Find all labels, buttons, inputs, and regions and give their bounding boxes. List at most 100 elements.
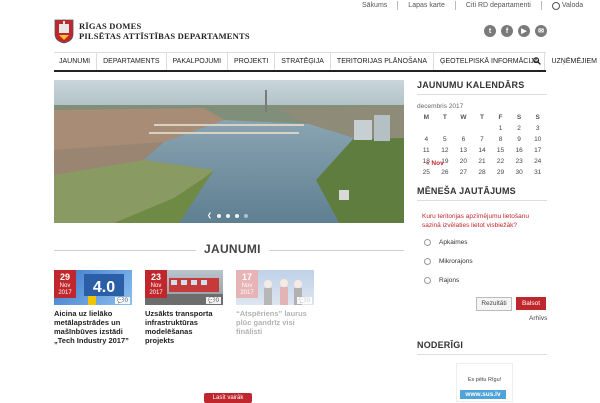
search-icon[interactable] [533,57,541,65]
calendar-day[interactable]: 12 [436,145,455,156]
calendar-day[interactable]: 22 [491,156,510,167]
calendar-day[interactable]: 8 [491,134,510,145]
home-link[interactable]: Sākums [362,1,399,10]
calendar-day[interactable]: 27 [454,167,473,178]
calendar-day[interactable]: 1 [491,123,510,134]
calendar-day[interactable]: 23 [510,156,529,167]
calendar-day [417,123,436,134]
poll-results-button[interactable]: Rezultāti [476,297,512,311]
date-year: 2017 [149,290,163,296]
news-title[interactable]: Uzsākts transporta infrastruktūras model… [145,309,223,345]
radio-button[interactable] [424,277,431,284]
calendar-day[interactable]: 15 [491,145,510,156]
sus-banner[interactable]: Es pētu Rīgu! www.sus.lv [456,363,513,402]
calendar-day[interactable]: 9 [510,134,529,145]
comment-count-value: 0 [215,298,219,304]
weekday-label: T [442,114,447,121]
youtube-icon[interactable]: ▶ [518,25,530,37]
calendar-day[interactable]: 20 [454,156,473,167]
nav-item-geotelpiska-informacija[interactable]: ĢEOTELPISKĀ INFORMĀCIJA [434,53,546,70]
calendar-day[interactable]: 4 [417,134,436,145]
calendar-day[interactable]: 24 [528,156,547,167]
slider-dot[interactable] [217,214,222,218]
date-month: Nov [59,283,71,289]
slider-dots: ❮ [207,213,249,219]
calendar-day[interactable]: 25 [417,167,436,178]
comment-count-value: 0 [124,298,128,304]
calendar-day[interactable]: 30 [510,167,529,178]
twitter-icon[interactable]: t [484,25,496,37]
date-month: Nov [150,283,162,289]
calendar-day[interactable]: 14 [473,145,492,156]
nav-item-strategija[interactable]: STRATĒĢIJA [275,53,331,70]
date-badge: 29 Nov 2017 [54,270,76,298]
slider-prev-icon[interactable]: ❮ [207,213,212,219]
slider-dot[interactable] [226,214,231,218]
logo-text: RĪGAS DOMES PILSĒTAS ATTĪSTĪBAS DEPARTAM… [79,21,250,41]
nav-item-departaments[interactable]: DEPARTAMENTS [97,53,167,70]
calendar-prev-month[interactable]: « Nov [426,160,444,167]
poll-option-label: Rajons [439,277,460,284]
useful-divider [417,354,547,355]
site-logo[interactable]: RĪGAS DOMES PILSĒTAS ATTĪSTĪBAS DEPARTAM… [54,18,250,44]
slider-dot[interactable] [244,214,249,218]
poll-divider [417,200,547,201]
facebook-icon[interactable]: f [501,25,513,37]
slider-dot[interactable] [235,214,240,218]
date-year: 2017 [58,290,72,296]
nav-item-uznemejiem[interactable]: UZŅĒMĒJIEM [545,53,600,70]
news-thumbnail[interactable]: 4.0 29 Nov 2017 💬0 [54,270,132,305]
poll-option[interactable]: Rajons [424,277,459,284]
news-thumbnail[interactable]: 17 Nov 2017 💬0 [236,270,314,305]
weekday-label: W [460,114,467,121]
email-icon[interactable]: ✉ [535,25,547,37]
calendar-day[interactable]: 17 [528,145,547,156]
poll-option[interactable]: Mikrorajons [424,258,473,265]
date-day: 23 [150,272,161,282]
poll-archive-link[interactable]: Arhīvs [529,315,547,322]
calendar-day[interactable]: 11 [417,145,436,156]
news-title[interactable]: “Atspēriens” laurus plūc gandrīz visi fi… [236,309,314,336]
calendar-day[interactable]: 3 [528,123,547,134]
comment-count: 💬0 [115,297,130,304]
calendar-day[interactable]: 21 [473,156,492,167]
calendar-day[interactable]: 28 [473,167,492,178]
sitemap-link[interactable]: Lapas karte [398,1,456,10]
nav-item-jaunumi[interactable]: JAUNUMI [54,53,98,70]
date-month: Nov [241,283,253,289]
news-thumbnail[interactable]: 23 Nov 2017 💬0 [145,270,223,305]
poll-option[interactable]: Apkaimes [424,239,468,246]
language-selector[interactable]: Valoda [542,1,593,10]
logo-line-1: RĪGAS DOMES [79,21,142,31]
weekday-label: M [423,114,429,121]
calendar-day[interactable]: 31 [528,167,547,178]
date-badge: 23 Nov 2017 [145,270,167,298]
hero-slider[interactable] [54,80,404,223]
nav-item-projekti[interactable]: PROJEKTI [228,53,276,70]
news-card[interactable]: 23 Nov 2017 💬0 Uzsākts transporta infras… [145,270,223,345]
calendar-divider [417,94,547,95]
weekday-label: S [535,114,540,121]
radio-button[interactable] [424,258,431,265]
calendar-day[interactable]: 5 [436,134,455,145]
calendar-day[interactable]: 10 [528,134,547,145]
radio-button[interactable] [424,239,431,246]
calendar-day[interactable]: 2 [510,123,529,134]
language-label: Valoda [561,2,584,9]
calendar-day[interactable]: 6 [454,134,473,145]
calendar-day[interactable]: 29 [491,167,510,178]
calendar-day[interactable]: 7 [473,134,492,145]
nav-item-pakalpojumi[interactable]: PAKALPOJUMI [167,53,229,70]
news-card[interactable]: 4.0 29 Nov 2017 💬0 Aicina uz lielāko met… [54,270,132,345]
date-badge: 17 Nov 2017 [236,270,258,298]
other-departments-link[interactable]: Citi RD departamenti [456,1,542,10]
read-more-button[interactable]: Lasīt vairāk [204,393,252,403]
calendar-day[interactable]: 26 [436,167,455,178]
calendar-day[interactable]: 13 [454,145,473,156]
calendar-day [454,123,473,134]
poll-vote-button[interactable]: Balsot [516,297,546,310]
nav-item-teritorijas-planosana[interactable]: TERITORIJAS PLĀNOŠANA [331,53,435,70]
news-title[interactable]: Aicina uz lielāko metālapstrādes un mašī… [54,309,132,345]
news-card[interactable]: 17 Nov 2017 💬0 “Atspēriens” laurus plūc … [236,270,314,336]
calendar-day[interactable]: 16 [510,145,529,156]
